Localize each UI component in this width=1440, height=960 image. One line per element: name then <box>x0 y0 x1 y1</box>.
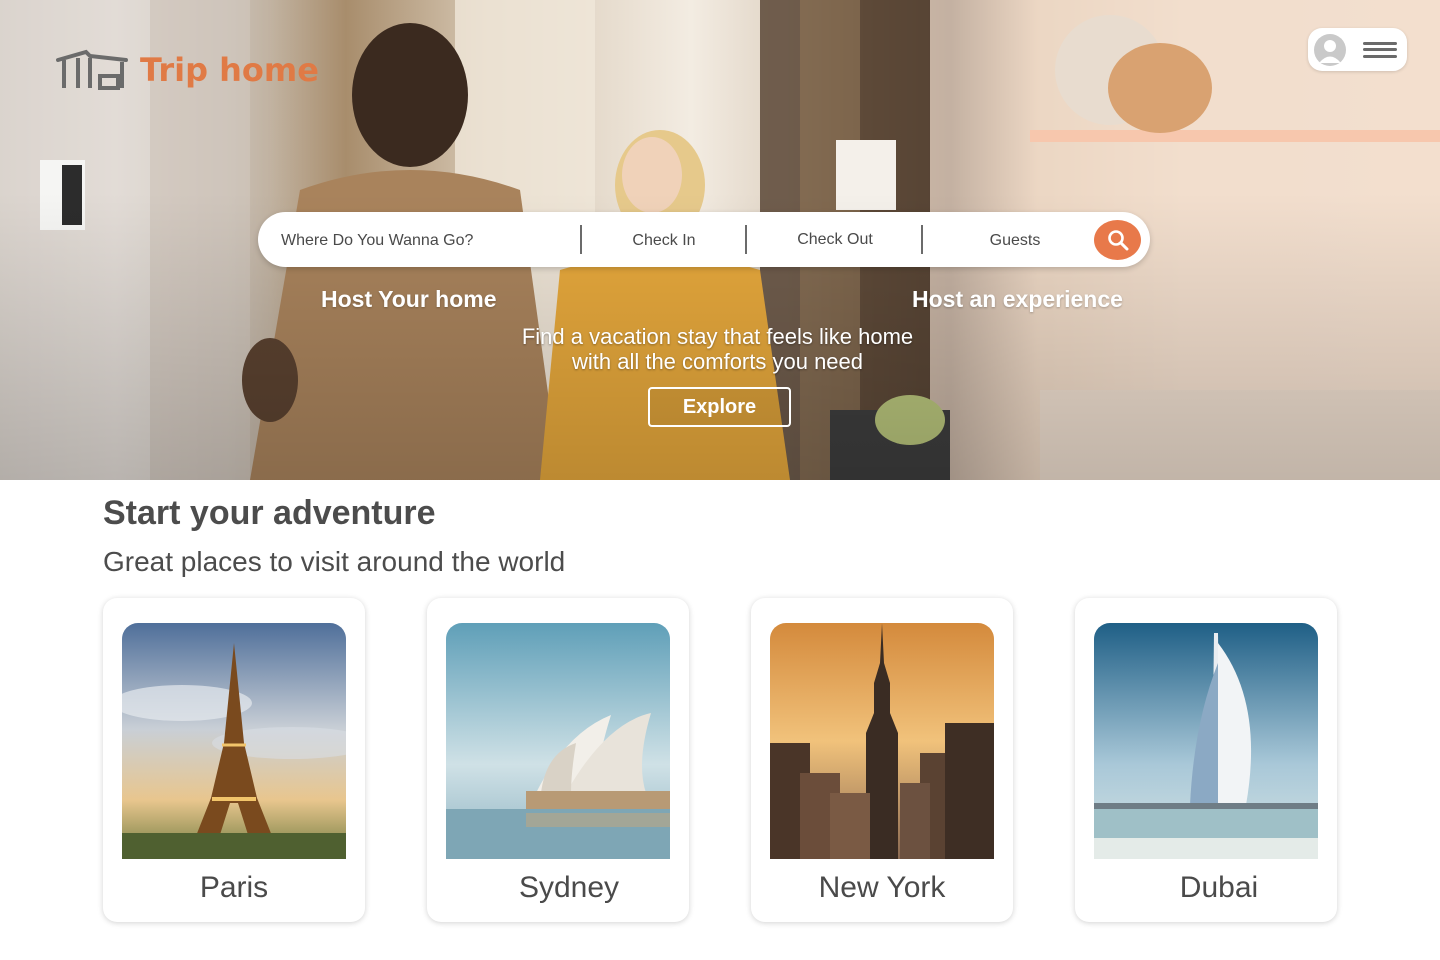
hamburger-menu-icon <box>1363 41 1397 58</box>
tagline-line-2: with all the comforts you need <box>571 349 864 374</box>
section-title: Start your adventure <box>103 494 436 532</box>
destination-card-new-york[interactable]: New York <box>751 598 1013 922</box>
destination-input[interactable]: Where Do You Wanna Go? <box>281 212 581 267</box>
explore-button[interactable]: Explore <box>648 387 791 427</box>
logo[interactable]: Trip home <box>56 48 319 92</box>
dubai-photo <box>1094 623 1318 859</box>
search-divider <box>580 225 582 254</box>
user-avatar-icon <box>1314 33 1346 66</box>
section-subtitle: Great places to visit around the world <box>103 546 566 577</box>
new-york-photo <box>770 623 994 859</box>
hero-tagline: Find a vacation stay that feels like hom… <box>480 324 955 374</box>
house-logo-icon <box>56 49 128 90</box>
search-divider <box>921 225 923 254</box>
host-experience-link[interactable]: Host an experience <box>912 286 1123 313</box>
check-in-field[interactable]: Check In <box>590 212 738 267</box>
destination-name: Dubai <box>1179 871 1259 904</box>
paris-photo <box>122 623 346 859</box>
sydney-photo <box>446 623 670 859</box>
destination-card-sydney[interactable]: Sydney <box>427 598 689 922</box>
search-button[interactable] <box>1094 220 1141 260</box>
search-bar: Where Do You Wanna Go? Check In Check Ou… <box>258 212 1150 267</box>
destination-name: New York <box>818 871 946 904</box>
destination-name: Paris <box>199 871 269 904</box>
destination-card-dubai[interactable]: Dubai <box>1075 598 1337 922</box>
destination-card-paris[interactable]: Paris <box>103 598 365 922</box>
brand-name: Trip home <box>140 51 319 89</box>
guests-field[interactable]: Guests <box>931 212 1099 267</box>
host-home-link[interactable]: Host Your home <box>321 286 497 313</box>
tagline-line-1: Find a vacation stay that feels like hom… <box>521 324 914 349</box>
user-menu-button[interactable] <box>1308 28 1407 71</box>
search-icon <box>1107 230 1128 251</box>
destination-name: Sydney <box>518 871 620 904</box>
check-out-field[interactable]: Check Out <box>755 212 915 267</box>
search-divider <box>745 225 747 254</box>
